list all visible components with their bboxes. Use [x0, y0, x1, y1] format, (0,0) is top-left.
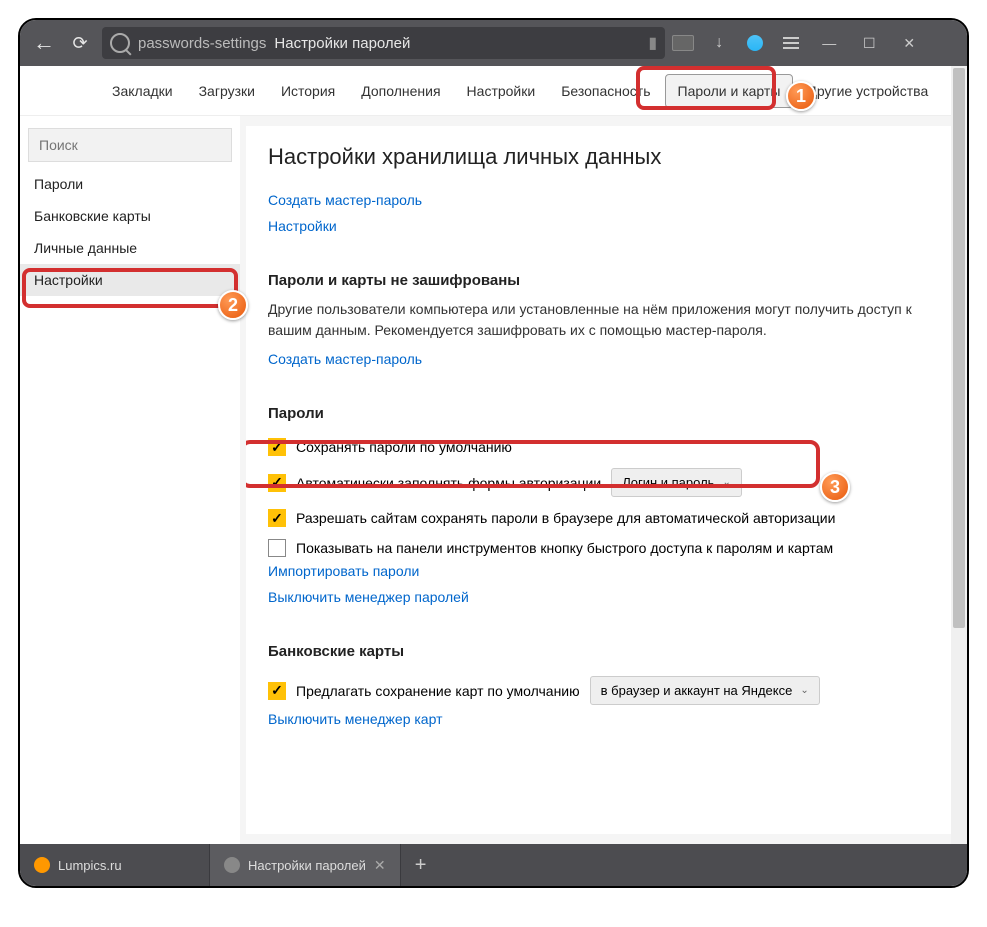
- download-icon[interactable]: ↓: [701, 34, 737, 52]
- encryption-warning-body: Другие пользователи компьютера или устан…: [268, 299, 935, 341]
- favicon-icon: [224, 857, 240, 873]
- topnav-item[interactable]: Дополнения: [349, 75, 452, 107]
- tab-title: Lumpics.ru: [58, 858, 122, 873]
- close-tab-icon[interactable]: ✕: [374, 857, 386, 874]
- save-cards-label: Предлагать сохранение карт по умолчанию: [296, 683, 580, 699]
- annotation-badge-3: 3: [820, 472, 850, 502]
- save-cards-row: Предлагать сохранение карт по умолчанию …: [268, 670, 935, 711]
- sidebar-item-passwords[interactable]: Пароли: [20, 168, 240, 200]
- address-title: Настройки паролей: [274, 35, 410, 52]
- save-cards-dropdown-value: в браузер и аккаунт на Яндексе: [601, 683, 793, 698]
- show-toolbar-label: Показывать на панели инструментов кнопку…: [296, 540, 833, 556]
- annotation-badge-2: 2: [218, 290, 248, 320]
- import-passwords-link[interactable]: Импортировать пароли: [268, 563, 935, 579]
- disable-card-manager-link[interactable]: Выключить менеджер карт: [268, 711, 935, 727]
- allow-sites-row: Разрешать сайтам сохранять пароли в брау…: [268, 503, 935, 533]
- show-toolbar-checkbox[interactable]: [268, 539, 286, 557]
- settings-content: Настройки хранилища личных данных Создат…: [246, 126, 957, 834]
- show-toolbar-button-row: Показывать на панели инструментов кнопку…: [268, 533, 935, 563]
- save-cards-checkbox[interactable]: [268, 682, 286, 700]
- maximize-button[interactable]: ☐: [849, 35, 889, 52]
- minimize-button[interactable]: —: [809, 35, 849, 51]
- topnav-item[interactable]: Другие устройства: [795, 75, 940, 107]
- scrollbar-thumb[interactable]: [953, 68, 965, 628]
- tab-title: Настройки паролей: [248, 858, 366, 873]
- save-cards-dropdown[interactable]: в браузер и аккаунт на Яндексе ⌄: [590, 676, 820, 705]
- menu-button[interactable]: [773, 37, 809, 49]
- topnav-item[interactable]: История: [269, 75, 347, 107]
- settings-topnav: Закладки Загрузки История Дополнения Нас…: [20, 66, 967, 116]
- weather-icon[interactable]: [737, 35, 773, 51]
- page-title: Настройки хранилища личных данных: [268, 144, 935, 170]
- browser-titlebar: ← ⟳ passwords-settings Настройки паролей…: [20, 20, 967, 66]
- annotation-highlight-3: [246, 440, 820, 488]
- annotation-highlight-1: [636, 66, 776, 110]
- back-button[interactable]: ←: [26, 25, 62, 61]
- allow-sites-label: Разрешать сайтам сохранять пароли в брау…: [296, 510, 835, 526]
- vertical-scrollbar[interactable]: [951, 66, 967, 844]
- settings-link[interactable]: Настройки: [268, 218, 935, 234]
- topnav-item[interactable]: Закладки: [100, 75, 185, 107]
- address-bar[interactable]: passwords-settings Настройки паролей ▮: [102, 27, 665, 59]
- topnav-item[interactable]: Загрузки: [187, 75, 267, 107]
- bookmark-icon[interactable]: ▮: [648, 33, 657, 53]
- new-tab-button[interactable]: +: [401, 844, 441, 886]
- sidebar-item-cards[interactable]: Банковские карты: [20, 200, 240, 232]
- disable-password-manager-link[interactable]: Выключить менеджер паролей: [268, 589, 935, 605]
- chevron-down-icon: ⌄: [800, 685, 808, 696]
- settings-sidebar: Пароли Банковские карты Личные данные На…: [20, 116, 240, 844]
- encryption-warning-head: Пароли и карты не зашифрованы: [268, 272, 935, 289]
- annotation-highlight-2: [22, 268, 238, 308]
- create-master-password-link-2[interactable]: Создать мастер-пароль: [268, 351, 935, 367]
- browser-tab[interactable]: Lumpics.ru: [20, 844, 210, 886]
- cards-section-head: Банковские карты: [268, 643, 935, 660]
- annotation-badge-1: 1: [786, 81, 816, 111]
- browser-tabbar: Lumpics.ru Настройки паролей ✕ +: [20, 844, 967, 886]
- create-master-password-link[interactable]: Создать мастер-пароль: [268, 192, 935, 208]
- search-icon: [110, 33, 130, 53]
- extension-icon[interactable]: [665, 35, 701, 51]
- topnav-item[interactable]: Настройки: [455, 75, 548, 107]
- favicon-icon: [34, 857, 50, 873]
- browser-tab-active[interactable]: Настройки паролей ✕: [210, 844, 401, 886]
- passwords-section-head: Пароли: [268, 405, 935, 422]
- reload-button[interactable]: ⟳: [62, 25, 98, 61]
- address-url: passwords-settings: [138, 35, 266, 52]
- sidebar-item-personal[interactable]: Личные данные: [20, 232, 240, 264]
- sidebar-search-input[interactable]: [28, 128, 232, 162]
- close-button[interactable]: ✕: [889, 35, 929, 52]
- allow-sites-checkbox[interactable]: [268, 509, 286, 527]
